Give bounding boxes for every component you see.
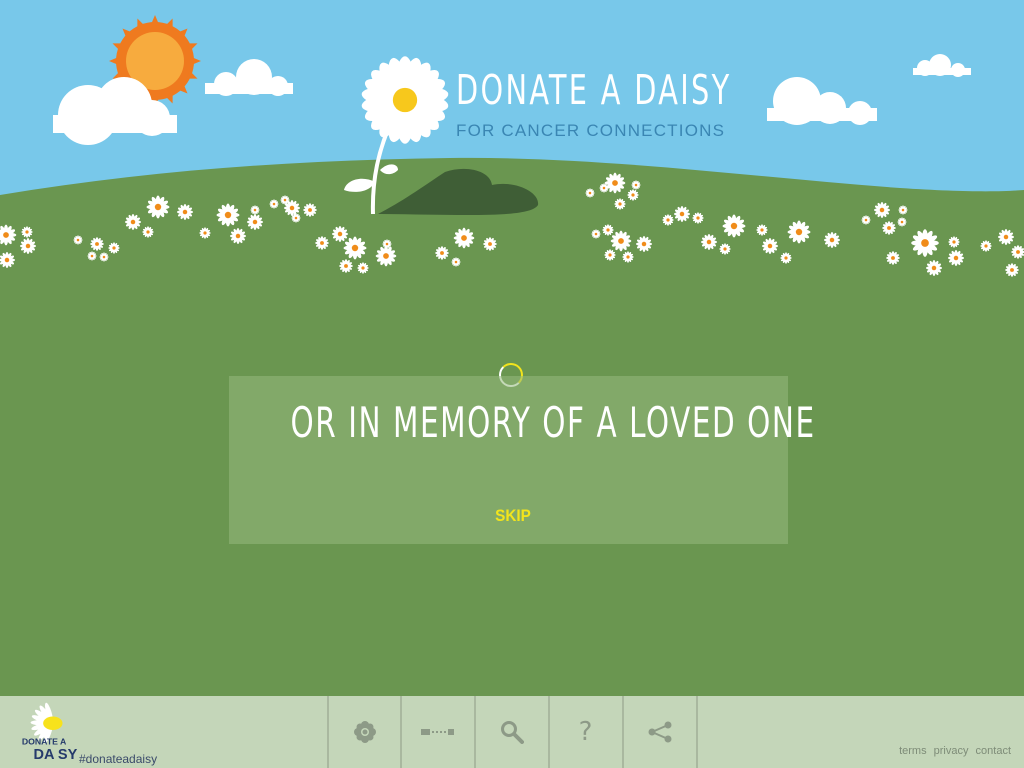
contact-link[interactable]: contact bbox=[976, 745, 1011, 757]
nav-help-button[interactable]: ? bbox=[548, 696, 621, 768]
help-icon: ? bbox=[578, 717, 593, 747]
share-icon bbox=[648, 721, 672, 743]
hashtag-link[interactable]: #donateadaisy bbox=[79, 752, 157, 766]
logo-text-top: DONATE A bbox=[22, 737, 67, 747]
nav-daisy-button[interactable] bbox=[327, 696, 400, 768]
nav-share-button[interactable] bbox=[622, 696, 698, 768]
logo-text-bottom: DA SY bbox=[33, 747, 77, 762]
search-icon bbox=[500, 721, 524, 744]
daisy-icon bbox=[353, 721, 376, 743]
nav-search-button[interactable] bbox=[474, 696, 547, 768]
dedication-panel: OR IN MEMORY OF A LOVED ONE SKIP bbox=[229, 376, 816, 544]
skip-button[interactable]: SKIP bbox=[482, 506, 545, 526]
terms-link[interactable]: terms bbox=[899, 745, 927, 757]
footer-links: terms privacy contact bbox=[895, 745, 1011, 757]
nav-timeline-button[interactable] bbox=[400, 696, 473, 768]
timeline-icon bbox=[420, 729, 454, 735]
brand-subtitle: FOR CANCER CONNECTIONS bbox=[456, 121, 726, 140]
donate-a-daisy-logo[interactable]: DONATE A DA SY bbox=[18, 700, 78, 762]
privacy-link[interactable]: privacy bbox=[934, 745, 969, 757]
dedication-heading: OR IN MEMORY OF A LOVED ONE bbox=[290, 398, 816, 447]
brand-title: DONATE A DAISY bbox=[456, 66, 732, 114]
